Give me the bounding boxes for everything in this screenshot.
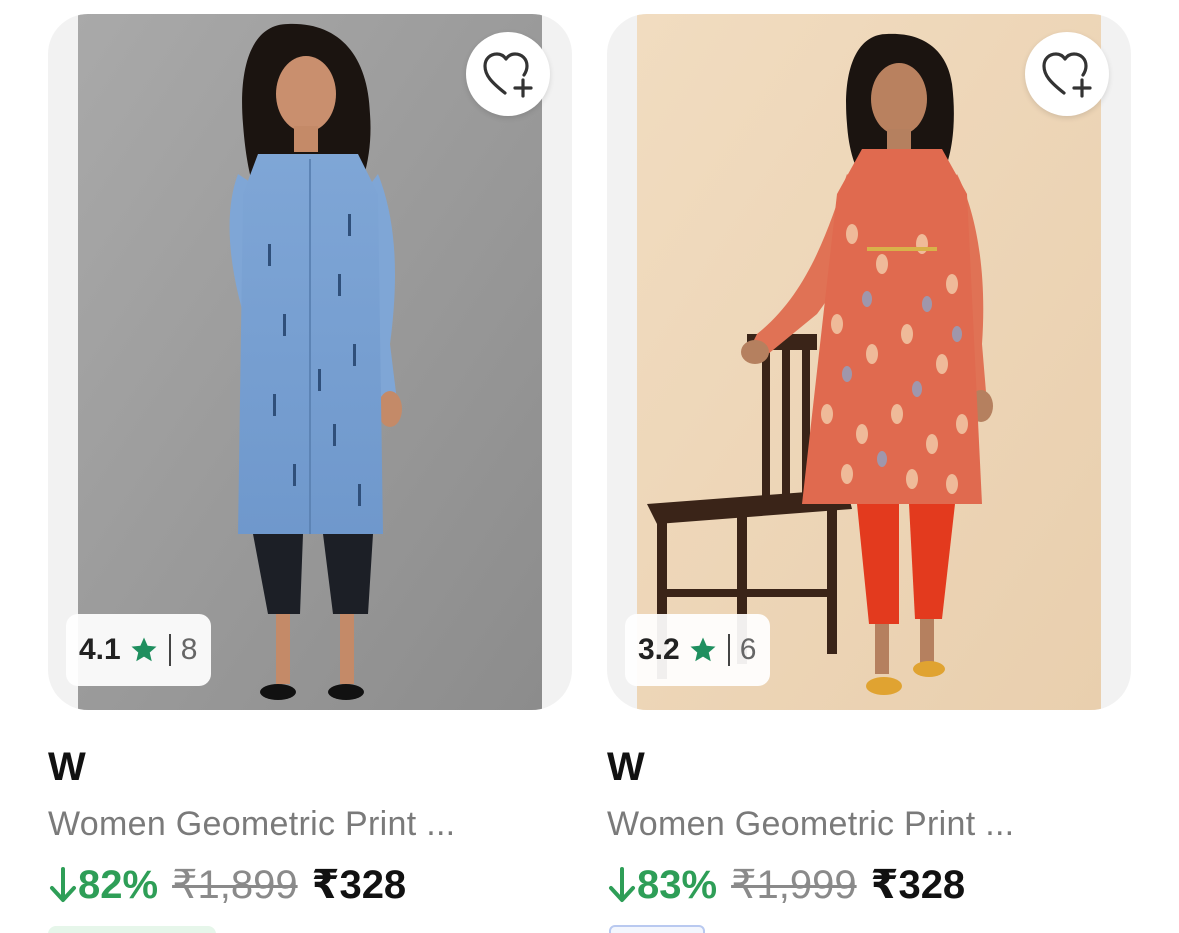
product-brand: W <box>48 745 87 789</box>
arrow-down-icon <box>609 867 635 902</box>
price-row: 83% ₹1,999 ₹328 <box>607 862 965 908</box>
sale-price: ₹328 <box>311 863 407 907</box>
rating-value: 4.1 <box>79 633 121 666</box>
offer-tag <box>48 926 216 933</box>
price-row: 82% ₹1,899 ₹328 <box>48 862 406 908</box>
star-icon <box>131 637 157 662</box>
product-title[interactable]: Women Geometric Print ... <box>607 805 1014 844</box>
rating-count: 8 <box>180 633 198 666</box>
wishlist-button[interactable] <box>1025 32 1109 116</box>
star-icon <box>690 637 716 662</box>
product-card[interactable]: 3.2 6 W Women Geometric Print ... 83% ₹1… <box>607 14 1131 933</box>
rating-badge: 4.1 8 <box>66 614 212 686</box>
original-price: ₹1,999 <box>731 863 857 907</box>
discount: 83% <box>607 863 717 908</box>
wishlist-button[interactable] <box>466 32 550 116</box>
discount: 82% <box>48 863 158 908</box>
product-brand: W <box>607 745 646 789</box>
sale-price: ₹328 <box>870 863 966 907</box>
product-image-container[interactable]: 3.2 6 <box>607 14 1131 710</box>
rating-count: 6 <box>739 633 757 666</box>
discount-percent: 83% <box>637 862 718 907</box>
rating-value: 3.2 <box>638 633 680 666</box>
rating-badge: 3.2 6 <box>625 614 771 686</box>
offer-tag <box>609 925 705 933</box>
rating-divider <box>168 634 171 666</box>
original-price: ₹1,899 <box>172 863 298 907</box>
product-image[interactable] <box>637 14 1101 710</box>
rating-divider <box>727 634 730 666</box>
product-image-container[interactable]: 4.1 8 <box>48 14 572 710</box>
heart-plus-icon <box>1042 52 1092 98</box>
product-title[interactable]: Women Geometric Print ... <box>48 805 455 844</box>
discount-percent: 82% <box>78 862 159 907</box>
product-image[interactable] <box>78 14 542 710</box>
arrow-down-icon <box>50 867 76 902</box>
product-card[interactable]: 4.1 8 W Women Geometric Print ... 82% ₹1… <box>48 14 572 933</box>
heart-plus-icon <box>483 52 533 98</box>
